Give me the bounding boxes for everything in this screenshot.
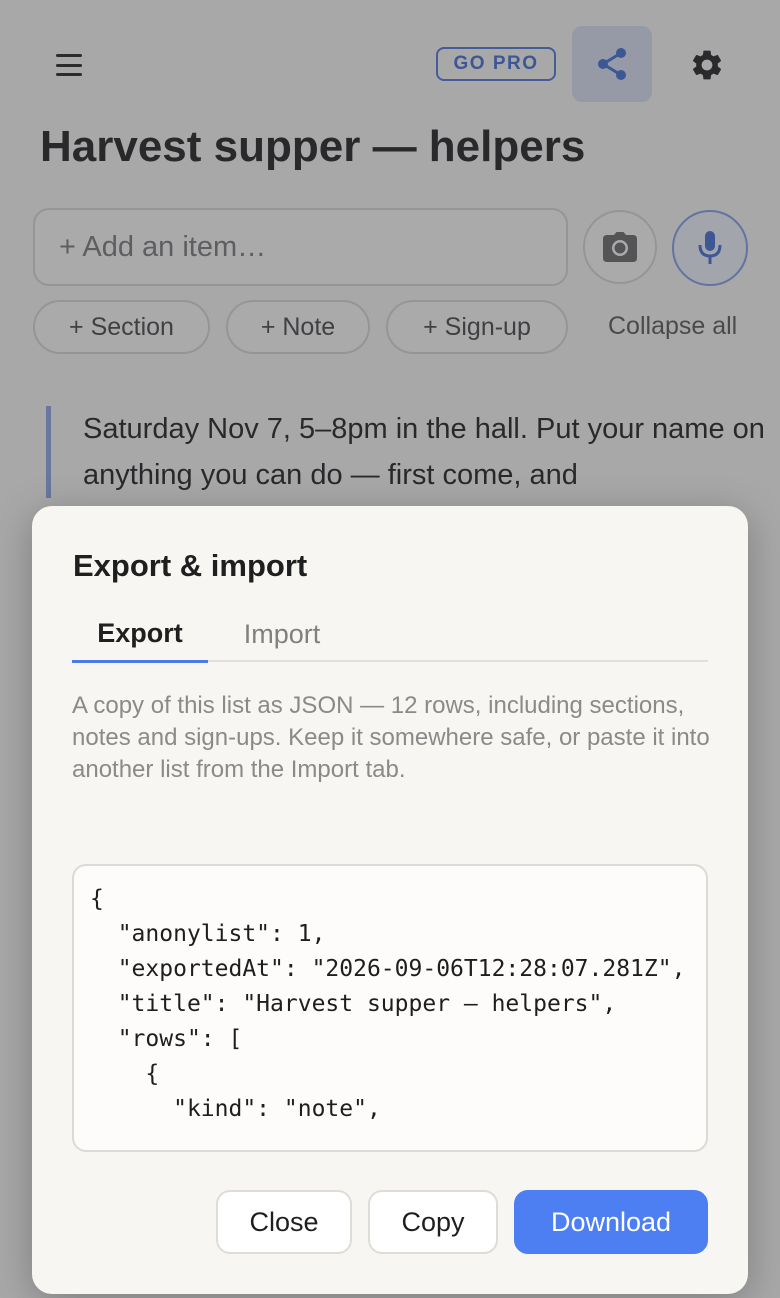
close-button[interactable]: Close xyxy=(216,1190,352,1254)
export-import-dialog: Export & import Export Import A copy of … xyxy=(32,506,748,1294)
export-description: A copy of this list as JSON — 12 rows, i… xyxy=(72,692,710,783)
tab-import[interactable]: Import xyxy=(222,606,342,662)
export-json-textarea[interactable]: { "anonylist": 1, "exportedAt": "2026-09… xyxy=(72,864,708,1152)
copy-button[interactable]: Copy xyxy=(368,1190,498,1254)
download-button[interactable]: Download xyxy=(514,1190,708,1254)
tab-export[interactable]: Export xyxy=(72,606,208,663)
dialog-title: Export & import xyxy=(73,548,308,583)
dialog-tabs: Export Import xyxy=(72,606,708,663)
